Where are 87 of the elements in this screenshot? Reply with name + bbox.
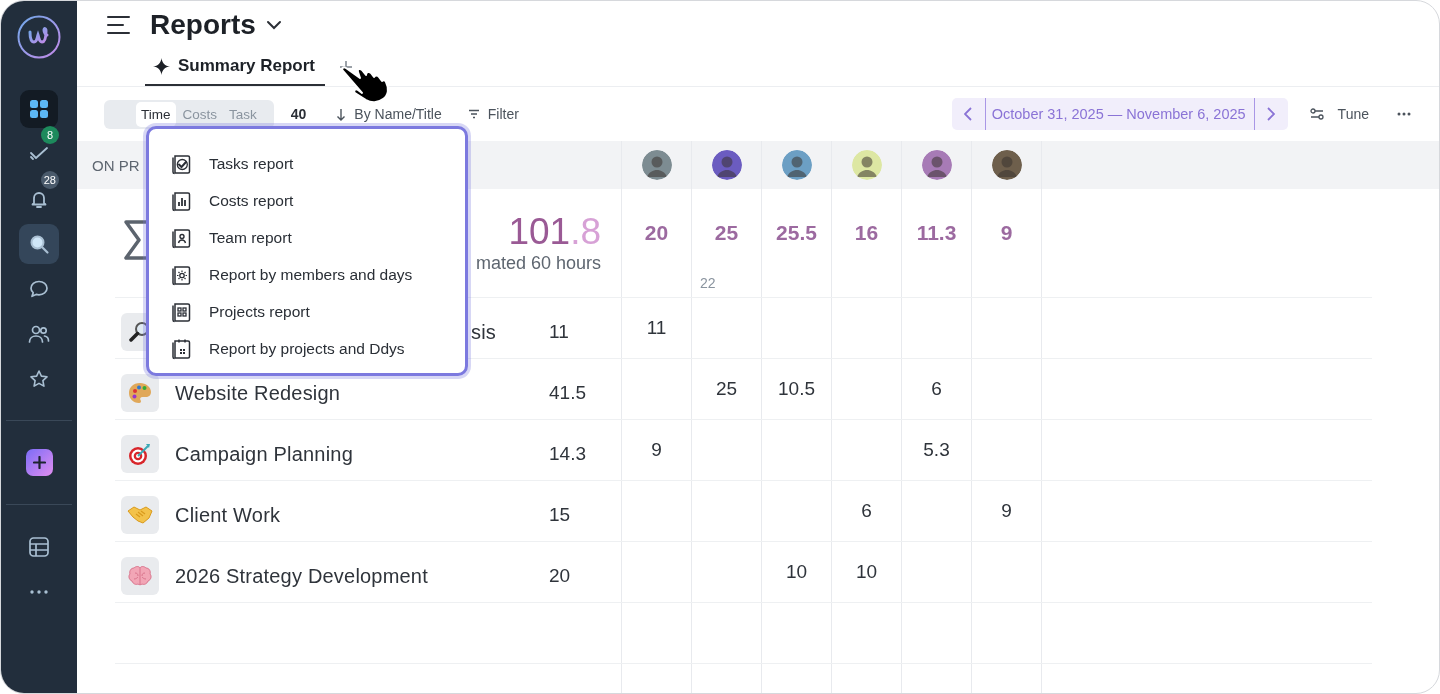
table-cell: 6	[931, 378, 942, 400]
row-total: 11	[549, 321, 570, 343]
menu-item[interactable]: Report by members and days	[171, 256, 465, 293]
sparkle-icon	[153, 57, 170, 75]
mode-tab[interactable]: Time	[136, 101, 176, 127]
sort-button[interactable]: By Name/Title	[336, 106, 442, 122]
sliders-icon	[1309, 108, 1324, 120]
logo-icon[interactable]	[17, 15, 61, 59]
filter-icon	[467, 109, 480, 119]
menu-item[interactable]: Team report	[171, 219, 465, 256]
palette-icon	[128, 382, 152, 404]
menu-item[interactable]: Report by projects and Ddys	[171, 330, 465, 367]
chat-nav-button[interactable]	[29, 278, 49, 299]
people-icon	[28, 323, 50, 344]
add-button[interactable]	[25, 449, 53, 476]
table-nav-button[interactable]	[28, 535, 50, 558]
project-name[interactable]: 2026 Strategy Development	[175, 564, 549, 588]
table-cell: 5.3	[923, 439, 950, 461]
menu-item[interactable]: Projects report	[171, 293, 465, 330]
table-cell: 11	[646, 317, 667, 339]
count-value: 40	[290, 106, 307, 122]
chevron-left-icon	[964, 107, 973, 121]
avatar[interactable]	[921, 150, 952, 180]
row-total: 15	[549, 504, 572, 526]
avatar[interactable]	[781, 150, 812, 180]
member-total: 25	[714, 221, 739, 245]
star-nav-button[interactable]	[29, 368, 49, 389]
menu-icon[interactable]	[107, 14, 130, 35]
tune-button[interactable]: Tune	[1309, 106, 1369, 122]
table-cell: 10.5	[778, 378, 815, 400]
more-icon[interactable]	[1397, 112, 1411, 116]
member-total: 9	[1000, 221, 1013, 245]
check-book-icon	[171, 152, 193, 175]
search-nav-button[interactable]	[19, 223, 59, 264]
row-total: 41.5	[549, 382, 587, 404]
handshake-icon	[127, 505, 153, 525]
avatar[interactable]	[851, 150, 882, 180]
estimate-text: mated 60 hours	[475, 252, 601, 274]
plus-icon	[32, 456, 46, 469]
project-name[interactable]: Campaign Planning	[175, 442, 549, 466]
menu-item[interactable]: Costs report	[171, 182, 465, 219]
arrow-down-icon	[336, 107, 347, 121]
total-hours: 101.8	[508, 212, 601, 253]
group-label: ON PR	[91, 156, 140, 174]
table-cell: 10	[785, 561, 808, 583]
count-badge: 8	[41, 126, 59, 144]
bar-chart-icon	[171, 189, 193, 212]
member-total: 11.3	[916, 221, 957, 245]
more-nav-button[interactable]	[30, 589, 48, 594]
filter-button[interactable]: Filter	[467, 106, 519, 122]
sun-icon	[171, 263, 193, 286]
member-total: 16	[854, 221, 879, 245]
member-total: 20	[644, 221, 669, 245]
grid-icon	[29, 98, 49, 119]
table-cell: 9	[651, 439, 662, 461]
menu-item[interactable]: Tasks report	[171, 145, 465, 182]
calendar-icon	[171, 337, 193, 360]
table-cell: 25	[715, 378, 738, 400]
chevron-down-icon[interactable]	[265, 19, 282, 30]
table-cell: 10	[855, 561, 878, 583]
row-total: 14.3	[549, 443, 587, 465]
grid-nav-button[interactable]	[20, 89, 58, 128]
person-card-icon	[171, 226, 193, 249]
project-name[interactable]: Website Redesign	[175, 381, 549, 405]
member-total: 25.5	[776, 221, 817, 245]
table-icon	[28, 535, 50, 558]
chat-icon	[29, 278, 49, 299]
chevron-right-icon	[1267, 107, 1276, 121]
avatar[interactable]	[991, 150, 1022, 180]
avatar[interactable]	[641, 150, 672, 180]
target-icon	[128, 442, 152, 466]
star-icon	[29, 368, 49, 389]
project-name[interactable]: Client Work	[175, 503, 549, 527]
tasks-nav-button[interactable]	[29, 145, 49, 162]
row-total: 20	[549, 565, 572, 587]
table-cell: 9	[1001, 500, 1012, 522]
check-icon	[29, 145, 49, 162]
more-icon	[30, 589, 48, 594]
count-badge: 28	[40, 171, 59, 189]
brain-icon	[128, 565, 152, 587]
grid-icon	[171, 300, 193, 323]
table-cell: 6	[861, 500, 872, 522]
report-tab[interactable]: Summary Report	[145, 48, 325, 86]
member-subtotal: 22	[700, 275, 716, 291]
avatar[interactable]	[711, 150, 742, 180]
people-nav-button[interactable]	[28, 323, 50, 344]
page-title: Reports	[150, 8, 256, 41]
